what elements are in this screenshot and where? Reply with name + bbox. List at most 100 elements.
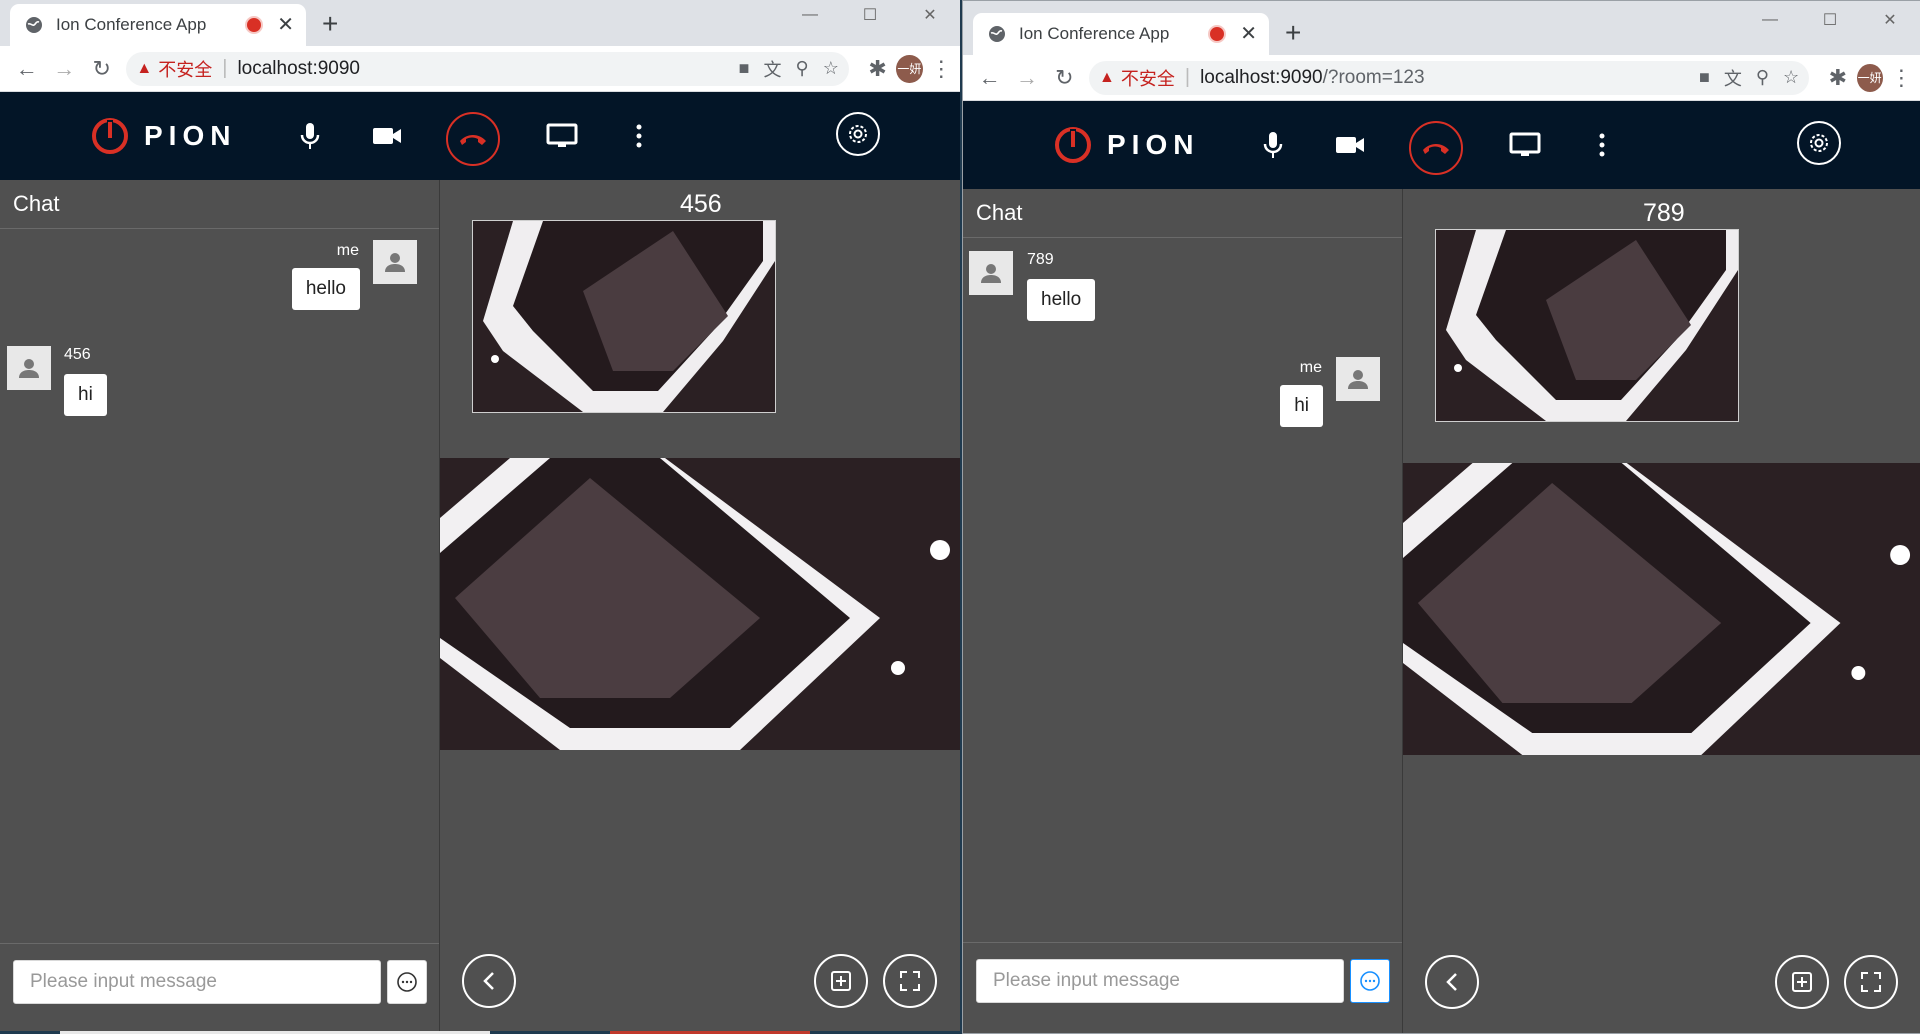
- extensions-icon[interactable]: ✱: [859, 49, 896, 89]
- forward-icon[interactable]: →: [1008, 58, 1045, 98]
- url-text: localhost:9090/?room=123: [1200, 67, 1424, 89]
- menu-icon[interactable]: ⋮: [1883, 58, 1920, 98]
- new-tab-icon[interactable]: +: [1285, 19, 1301, 47]
- chat-message: 789 hello: [963, 251, 1402, 331]
- chat-send-icon: [397, 972, 417, 992]
- message-bubble: hi: [1280, 385, 1323, 427]
- browser-tab[interactable]: Ion Conference App ✕: [10, 4, 306, 46]
- close-icon[interactable]: ✕: [277, 15, 294, 35]
- star-icon[interactable]: ☆: [1783, 67, 1799, 88]
- chat-input-row: Please input message: [0, 943, 439, 1034]
- fullscreen-button[interactable]: [883, 954, 937, 1008]
- add-button[interactable]: [1775, 955, 1829, 1009]
- local-video-main[interactable]: [1403, 463, 1920, 755]
- video-frame: [1436, 230, 1738, 421]
- close-icon[interactable]: ✕: [1240, 24, 1257, 44]
- window-controls: — ☐ ✕: [780, 0, 960, 30]
- video-button[interactable]: [1330, 125, 1370, 165]
- video-icon: [373, 128, 401, 144]
- browser-tab[interactable]: Ion Conference App ✕: [973, 13, 1269, 55]
- chat-message-input[interactable]: Please input message: [13, 960, 381, 1004]
- more-button[interactable]: [619, 116, 659, 156]
- reload-icon[interactable]: ↻: [83, 49, 120, 89]
- screen-share-button[interactable]: [1505, 125, 1545, 165]
- address-bar[interactable]: ▲ 不安全 | localhost:9090 ■ 文 ⚲ ☆: [126, 51, 849, 86]
- translate-icon[interactable]: 文: [764, 56, 782, 82]
- profile-avatar[interactable]: 一妍: [896, 54, 923, 83]
- fullscreen-button[interactable]: [1844, 955, 1898, 1009]
- minimize-icon[interactable]: —: [780, 0, 840, 30]
- star-icon[interactable]: ☆: [823, 58, 839, 79]
- collapse-chat-button[interactable]: [1425, 955, 1479, 1009]
- settings-icon: [1810, 134, 1828, 152]
- chat-send-button[interactable]: [1350, 959, 1390, 1003]
- screen-share-button[interactable]: [542, 116, 582, 156]
- maximize-icon[interactable]: ☐: [1800, 5, 1860, 35]
- more-icon: [1599, 133, 1605, 157]
- minimize-icon[interactable]: —: [1740, 5, 1800, 35]
- local-video-main[interactable]: [440, 458, 960, 750]
- separator: |: [1184, 66, 1191, 88]
- settings-button[interactable]: [1797, 121, 1841, 165]
- forward-icon[interactable]: →: [45, 49, 82, 89]
- profile-avatar[interactable]: 一妍: [1856, 63, 1883, 92]
- camera-icon[interactable]: ■: [1699, 67, 1710, 88]
- camera-icon[interactable]: ■: [739, 58, 750, 79]
- avatar: [7, 346, 51, 390]
- video-button[interactable]: [367, 116, 407, 156]
- window-controls: — ☐ ✕: [1740, 5, 1920, 35]
- maximize-icon[interactable]: ☐: [840, 0, 900, 30]
- user-icon: [1348, 370, 1368, 389]
- window-close-icon[interactable]: ✕: [900, 0, 960, 30]
- mic-icon: [300, 123, 320, 149]
- zoom-icon[interactable]: ⚲: [1756, 67, 1769, 88]
- remote-video-thumbnail[interactable]: [472, 220, 776, 413]
- mic-icon: [1263, 132, 1283, 158]
- window-close-icon[interactable]: ✕: [1860, 5, 1920, 35]
- pion-logo-icon: [1055, 127, 1091, 163]
- more-button[interactable]: [1582, 125, 1622, 165]
- add-icon: [831, 971, 851, 991]
- browser-toolbar: ← → ↻ ▲ 不安全 | localhost:9090/?room=123 ■…: [963, 55, 1920, 101]
- warning-icon: ▲: [136, 59, 153, 77]
- address-bar-icons: ■ 文 ⚲ ☆: [739, 56, 839, 82]
- message-bubble: hello: [1027, 279, 1096, 321]
- url-host: localhost:9090: [1200, 66, 1323, 88]
- translate-icon[interactable]: 文: [1724, 65, 1742, 91]
- tab-strip: Ion Conference App ✕ + — ☐ ✕: [963, 1, 1920, 55]
- chat-message: me hello: [0, 240, 439, 320]
- collapse-icon: [1446, 973, 1457, 991]
- zoom-icon[interactable]: ⚲: [796, 58, 809, 79]
- menu-icon[interactable]: ⋮: [923, 49, 960, 89]
- settings-button[interactable]: [836, 112, 880, 156]
- chat-input-row: Please input message: [963, 942, 1402, 1033]
- chat-message: me hi: [963, 357, 1402, 437]
- add-button[interactable]: [814, 954, 868, 1008]
- video-frame: [440, 458, 960, 750]
- new-tab-icon[interactable]: +: [322, 10, 338, 38]
- browser-window-left: Ion Conference App ✕ + — ☐ ✕ ← → ↻ ▲ 不安全…: [0, 0, 960, 1034]
- globe-icon: [989, 26, 1005, 42]
- mic-button[interactable]: [1253, 125, 1293, 165]
- collapse-icon: [483, 972, 494, 990]
- extensions-icon[interactable]: ✱: [1819, 58, 1856, 98]
- message-sender: 456: [64, 346, 91, 363]
- collapse-chat-button[interactable]: [462, 954, 516, 1008]
- chat-message-input[interactable]: Please input message: [976, 959, 1344, 1003]
- video-area: 456: [440, 180, 960, 1034]
- back-icon[interactable]: ←: [971, 58, 1008, 98]
- chat-send-button[interactable]: [387, 960, 427, 1004]
- pion-logo: PION: [90, 116, 236, 156]
- reload-icon[interactable]: ↻: [1046, 58, 1083, 98]
- insecure-label: 不安全: [1120, 68, 1175, 89]
- screen-share-icon: [546, 123, 578, 147]
- address-bar[interactable]: ▲ 不安全 | localhost:9090/?room=123 ■ 文 ⚲ ☆: [1089, 60, 1810, 95]
- remote-video-thumbnail[interactable]: [1435, 229, 1739, 422]
- hangup-button[interactable]: [446, 112, 500, 166]
- hangup-icon: [460, 135, 486, 145]
- back-icon[interactable]: ←: [8, 49, 45, 89]
- app-header: PION: [963, 101, 1920, 189]
- mic-button[interactable]: [290, 116, 330, 156]
- hangup-icon: [1423, 144, 1449, 154]
- hangup-button[interactable]: [1409, 121, 1463, 175]
